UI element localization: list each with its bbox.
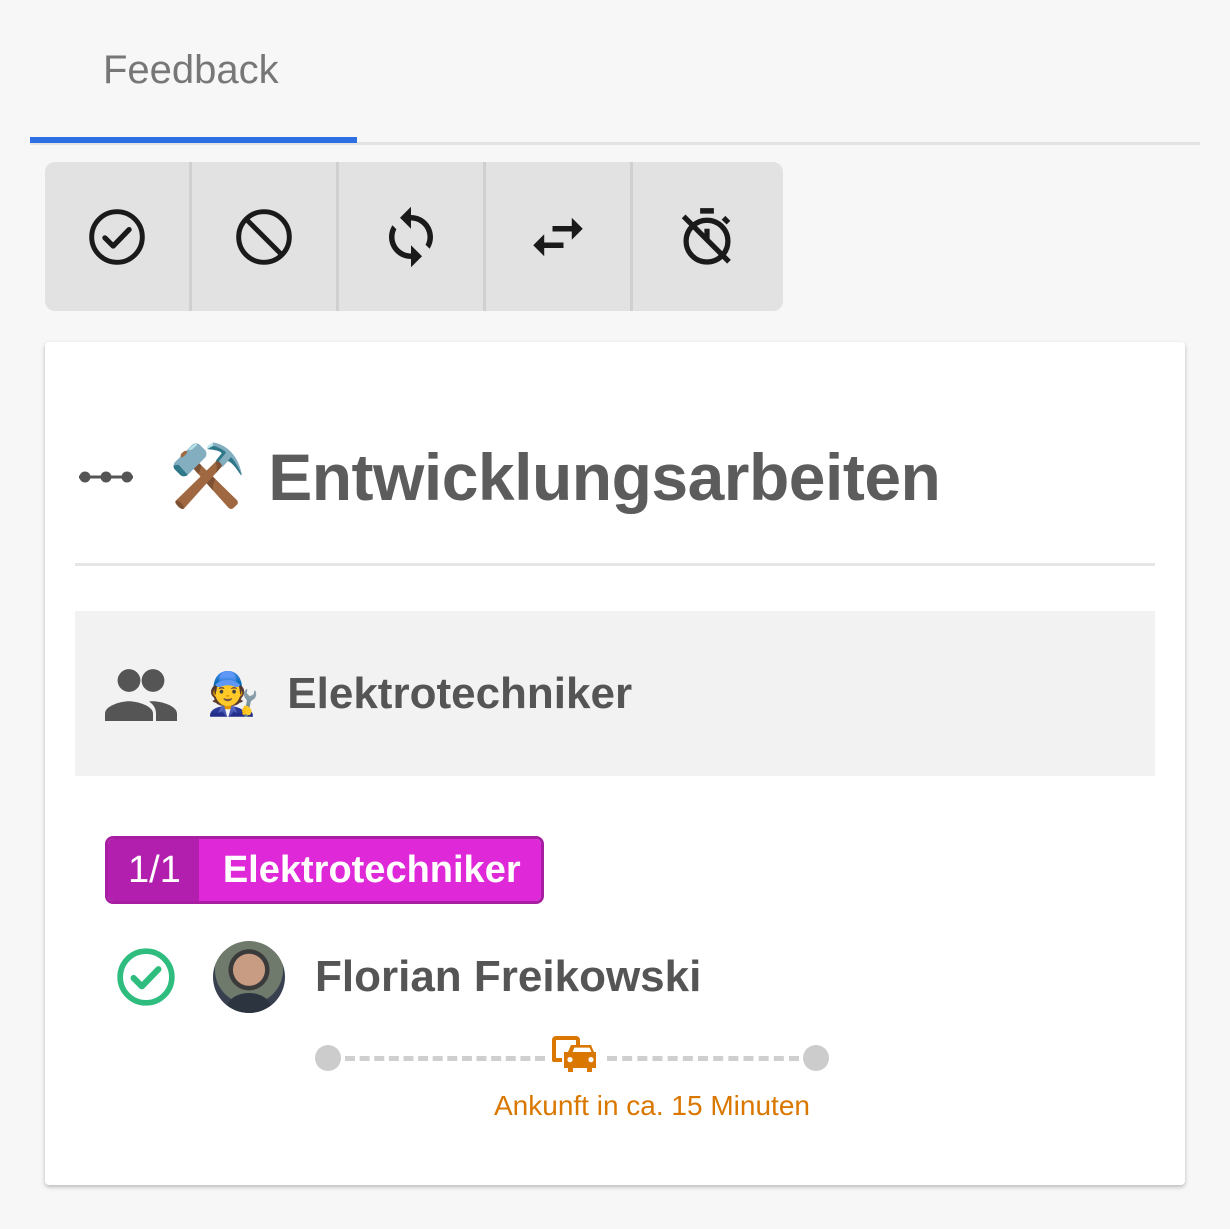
header-divider — [75, 563, 1155, 566]
tab-feedback[interactable]: Feedback — [30, 0, 357, 144]
eta-line-right — [607, 1056, 799, 1061]
avatar[interactable] — [213, 941, 285, 1013]
eta-progress — [315, 1032, 830, 1082]
block-icon — [236, 208, 292, 265]
group-panel[interactable]: 🧑‍🔧 Elektrotechniker — [75, 611, 1155, 776]
role-chip-label: Elektrotechniker — [198, 839, 541, 901]
eta-line-left — [345, 1056, 545, 1061]
eta-start-dot — [315, 1045, 341, 1071]
sync-icon — [389, 206, 433, 267]
hammer-wrench-emoji: ⚒️ — [169, 442, 247, 511]
tab-active-indicator — [30, 137, 357, 143]
timer-off-icon — [681, 207, 731, 265]
check-circle-icon — [89, 208, 145, 265]
member-row[interactable]: Florian Freikowski — [115, 940, 701, 1014]
group-label: Elektrotechniker — [287, 668, 633, 718]
drag-handle-icon[interactable] — [75, 467, 137, 487]
role-chip[interactable]: 1/1 Elektrotechniker — [105, 836, 544, 904]
refresh-button[interactable] — [339, 162, 486, 311]
tab-feedback-label: Feedback — [103, 48, 279, 92]
car-icon — [552, 1036, 596, 1072]
mechanic-emoji: 🧑‍🔧 — [207, 669, 260, 717]
card-header: ⚒️ Entwicklungsarbeiten — [75, 432, 941, 522]
card-title: Entwicklungsarbeiten — [268, 440, 941, 514]
role-chip-count: 1/1 — [108, 839, 199, 901]
confirm-button[interactable] — [45, 162, 192, 311]
people-icon — [105, 668, 177, 721]
swap-horiz-icon — [533, 217, 583, 256]
eta-end-dot — [803, 1045, 829, 1071]
check-circle-outline-icon — [117, 948, 175, 1006]
tab-bar: Feedback — [30, 0, 1200, 146]
eta-text: Ankunft in ca. 15 Minuten — [494, 1090, 810, 1121]
task-card: ⚒️ Entwicklungsarbeiten 🧑‍🔧 Elektrotechn… — [45, 342, 1185, 1185]
timer-off-button[interactable] — [633, 162, 780, 311]
member-name: Florian Freikowski — [315, 952, 702, 1001]
swap-button[interactable] — [486, 162, 633, 311]
action-toolbar — [45, 162, 783, 311]
decline-button[interactable] — [192, 162, 339, 311]
